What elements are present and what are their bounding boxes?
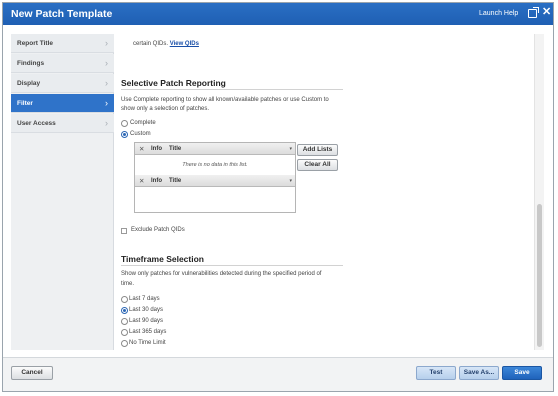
sidebar-item-findings[interactable]: Findings › [11,54,114,73]
view-qids-link[interactable]: View QIDs [170,41,199,47]
qid-note: certain QIDs. View QIDs [133,40,199,49]
radio-label: Last 7 days [129,296,160,302]
radio-label: Last 30 days [129,307,164,313]
sidebar-item-label: Findings [17,60,45,67]
save-as-button[interactable]: Save As... [459,366,499,380]
radio-label: No Time Limit [129,340,166,346]
timeframe-heading: Timeframe Selection [121,254,204,264]
radio-label: Last 90 days [129,318,164,324]
save-button[interactable]: Save [502,366,542,380]
radio-last-90-days[interactable] [121,318,128,325]
timeframe-desc-line2: time. [121,281,135,287]
exclude-patch-qids-checkbox[interactable] [121,228,127,234]
dialog-footer: Cancel Test Save As... Save [3,357,553,391]
radio-custom-label: Custom [130,131,151,137]
timeframe-desc-line1: Show only patches for vulnerabilities de… [121,271,322,277]
new-patch-template-dialog: New Patch Template Launch Help ✕ Report … [2,2,554,392]
col-title[interactable]: Title [169,178,181,184]
title-bar: New Patch Template Launch Help ✕ [3,3,553,25]
sidebar-item-label: User Access [17,120,56,127]
list-empty-message: There is no data in this list. [182,162,248,168]
patch-list[interactable]: ✕ Info Title ▾ There is no data in this … [134,142,296,213]
selective-desc-line1: Use Complete reporting to show all known… [121,97,329,103]
divider [121,265,343,266]
col-info[interactable]: Info [151,146,162,152]
clear-all-button[interactable]: Clear All [297,159,338,171]
close-icon[interactable]: ✕ [542,7,551,18]
sidebar-item-filter[interactable]: Filter › [11,94,114,113]
vertical-scrollbar[interactable] [534,34,544,350]
sidebar-item-label: Report Title [17,40,53,47]
sidebar-item-label: Filter [17,100,33,107]
chevron-right-icon: › [105,118,108,128]
sidebar-item-label: Display [17,80,41,87]
chevron-right-icon: › [105,98,108,108]
scrollbar-thumb[interactable] [537,204,542,347]
sort-icon[interactable]: ▾ [289,146,292,152]
qid-note-text: certain QIDs. [133,41,169,47]
test-button[interactable]: Test [416,366,456,380]
add-lists-button[interactable]: Add Lists [297,144,338,156]
close-icon[interactable]: ✕ [139,145,144,153]
sidebar-item-report-title[interactable]: Report Title › [11,34,114,53]
sidebar-item-display[interactable]: Display › [11,74,114,93]
selective-desc-line2: show only a selection of patches. [121,106,210,112]
col-title[interactable]: Title [169,146,181,152]
dialog-title: New Patch Template [11,8,113,20]
list-header: ✕ Info Title ▾ [135,175,295,187]
popout-icon[interactable] [528,7,539,18]
radio-label: Last 365 days [129,329,167,335]
selective-heading: Selective Patch Reporting [121,78,226,88]
chevron-right-icon: › [105,78,108,88]
cancel-button[interactable]: Cancel [11,366,53,380]
radio-complete[interactable] [121,120,128,127]
col-info[interactable]: Info [151,178,162,184]
close-icon[interactable]: ✕ [139,177,144,185]
sidebar-item-user-access[interactable]: User Access › [11,114,114,133]
radio-last-7-days[interactable] [121,296,128,303]
radio-complete-label: Complete [130,120,156,126]
chevron-right-icon: › [105,38,108,48]
sidebar: Report Title › Findings › Display › Filt… [11,34,114,350]
divider [121,89,343,90]
radio-no-time-limit[interactable] [121,340,128,347]
sort-icon[interactable]: ▾ [289,178,292,184]
radio-custom[interactable] [121,131,128,138]
launch-help-link[interactable]: Launch Help [479,10,518,17]
chevron-right-icon: › [105,58,108,68]
main-content: certain QIDs. View QIDs Selective Patch … [115,34,544,350]
radio-last-30-days[interactable] [121,307,128,314]
exclude-patch-qids-label: Exclude Patch QIDs [131,227,185,233]
radio-last-365-days[interactable] [121,329,128,336]
list-header: ✕ Info Title ▾ [135,143,295,155]
